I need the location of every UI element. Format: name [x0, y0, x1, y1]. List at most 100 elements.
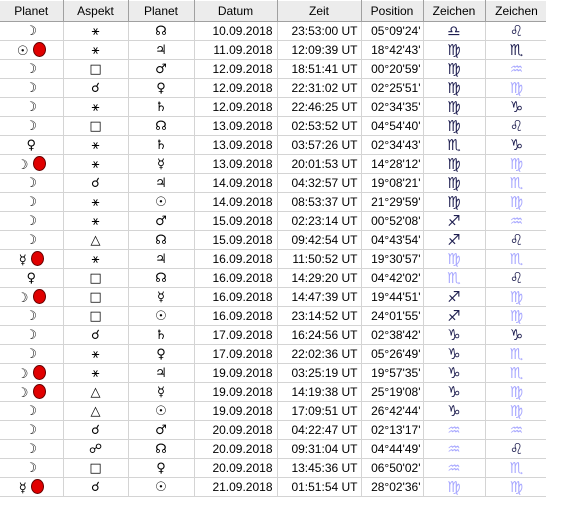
planet-2-symbol-icon: ♀ — [128, 458, 195, 478]
date-cell: 15.09.2018 — [194, 211, 278, 231]
time-cell: 13:45:36 UT — [277, 458, 362, 478]
time-value: 22:02:36 UT — [291, 347, 358, 361]
planet-2-symbol-icon: ☊ — [128, 21, 195, 41]
planet-cell: ☽ — [0, 211, 64, 231]
aspect-symbol-icon: □ — [63, 59, 129, 79]
table-row[interactable]: ☽ ⚹ ♄ 12.09.2018 22:46:25 UT 02°34'35' ♍ ♑ — [0, 97, 546, 117]
retro-dot-icon — [30, 250, 44, 266]
table-row[interactable]: ☽ ⚹ ☿ 13.09.2018 20:01:53 UT 14°28'12' ♍ ♍ — [0, 154, 546, 174]
time-cell: 04:32:57 UT — [277, 173, 362, 193]
table-row[interactable]: ☽ ☌ ♂ 20.09.2018 04:22:47 UT 02°13'17' ♒ ♒ — [0, 420, 546, 440]
time-value: 04:32:57 UT — [291, 176, 358, 190]
table-row[interactable]: ♀ □ ☊ 16.09.2018 14:29:20 UT 04°42'02' ♏ ♌ — [0, 268, 546, 288]
zodiac-sign-2-icon: ♍ — [485, 306, 546, 326]
table-row[interactable]: ☽ ⚹ ♃ 19.09.2018 03:25:19 UT 19°57'35' ♑ ♏ — [0, 363, 546, 383]
planet-symbol-icon: ☽ — [25, 194, 38, 210]
column-header-aspekt[interactable]: Aspekt — [63, 0, 129, 22]
table-row[interactable]: ☽ □ ☊ 13.09.2018 02:53:52 UT 04°54'40' ♍ ♌ — [0, 116, 546, 136]
time-value: 03:25:19 UT — [291, 366, 358, 380]
column-header-zeit[interactable]: Zeit — [277, 0, 362, 22]
table-row[interactable]: ☽ ☍ ☊ 20.09.2018 09:31:04 UT 04°44'49' ♒ ♌ — [0, 439, 546, 459]
table-row[interactable]: ☽ ⚹ ♀ 17.09.2018 22:02:36 UT 05°26'49' ♑ ♏ — [0, 344, 546, 364]
date-cell: 13.09.2018 — [194, 135, 278, 155]
date-cell: 14.09.2018 — [194, 192, 278, 212]
position-cell: 21°29'59' — [361, 192, 424, 212]
planet-symbol-icon: ☽ — [25, 422, 38, 438]
planet-2-symbol-icon: ☉ — [128, 192, 195, 212]
column-header-zeichen[interactable]: Zeichen — [423, 0, 486, 22]
zodiac-sign-2-icon: ♍ — [485, 287, 546, 307]
time-cell: 23:53:00 UT — [277, 21, 362, 41]
aspect-symbol-icon: △ — [63, 401, 129, 421]
zodiac-sign-icon: ♍ — [423, 97, 486, 117]
table-row[interactable]: ☽ ☌ ♀ 12.09.2018 22:31:02 UT 02°25'51' ♍ ♍ — [0, 78, 546, 98]
date-cell: 14.09.2018 — [194, 173, 278, 193]
zodiac-sign-2-icon: ♌ — [485, 268, 546, 288]
zodiac-sign-icon: ♑ — [423, 325, 486, 345]
table-row[interactable]: ☉ ⚹ ♃ 11.09.2018 12:09:39 UT 18°42'43' ♍ ♏ — [0, 40, 546, 60]
column-header-position[interactable]: Position — [361, 0, 424, 22]
planet-2-symbol-icon: ☉ — [128, 401, 195, 421]
zodiac-sign-icon: ♏ — [423, 135, 486, 155]
table-row[interactable]: ☽ ⚹ ♂ 15.09.2018 02:23:14 UT 00°52'08' ♐ ♒ — [0, 211, 546, 231]
table-row[interactable]: ♀ ⚹ ♄ 13.09.2018 03:57:26 UT 02°34'43' ♏ ♑ — [0, 135, 546, 155]
time-cell: 08:53:37 UT — [277, 192, 362, 212]
date-cell: 17.09.2018 — [194, 325, 278, 345]
table-row[interactable]: ☽ □ ☉ 16.09.2018 23:14:52 UT 24°01'55' ♐ ♍ — [0, 306, 546, 326]
planet-symbol-icon: ☽ — [25, 308, 38, 324]
position-cell: 02°38'42' — [361, 325, 424, 345]
column-header-planet-2[interactable]: Planet — [128, 0, 195, 22]
column-header-zeichen-2[interactable]: Zeichen — [485, 0, 546, 22]
table-row[interactable]: ☽ ⚹ ☊ 10.09.2018 23:53:00 UT 05°09'24' ♎ ♌ — [0, 21, 546, 41]
table-row[interactable]: ☽ ☌ ♃ 14.09.2018 04:32:57 UT 19°08'21' ♍ ♏ — [0, 173, 546, 193]
table-row[interactable]: ☽ ☌ ♄ 17.09.2018 16:24:56 UT 02°38'42' ♑ ♑ — [0, 325, 546, 345]
planet-2-symbol-icon: ♂ — [128, 420, 195, 440]
time-cell: 20:01:53 UT — [277, 154, 362, 174]
time-value: 08:53:37 UT — [291, 195, 358, 209]
table-row[interactable]: ☽ ⚹ ☉ 14.09.2018 08:53:37 UT 21°29'59' ♍ ♍ — [0, 192, 546, 212]
retro-dot-icon — [32, 155, 46, 171]
position-value: 02°25'51' — [371, 81, 421, 95]
table-row[interactable]: ☽ △ ☿ 19.09.2018 14:19:38 UT 25°19'08' ♑ ♍ — [0, 382, 546, 402]
table-row[interactable]: ☿ ☌ ☉ 21.09.2018 01:51:54 UT 28°02'36' ♍ ♍ — [0, 477, 546, 497]
time-value: 22:31:02 UT — [291, 81, 358, 95]
table-row[interactable]: ☽ □ ♂ 12.09.2018 18:51:41 UT 00°20'59' ♍ ♒ — [0, 59, 546, 79]
zodiac-sign-icon: ♒ — [423, 439, 486, 459]
position-value: 02°13'17' — [371, 423, 421, 437]
table-row[interactable]: ☽ □ ☿ 16.09.2018 14:47:39 UT 19°44'51' ♐ ♍ — [0, 287, 546, 307]
time-cell: 01:51:54 UT — [277, 477, 362, 497]
planet-2-symbol-icon: ☊ — [128, 439, 195, 459]
date-cell: 13.09.2018 — [194, 116, 278, 136]
date-cell: 16.09.2018 — [194, 287, 278, 307]
date-cell: 21.09.2018 — [194, 477, 278, 497]
column-header-datum[interactable]: Datum — [194, 0, 278, 22]
zodiac-sign-2-icon: ♍ — [485, 477, 546, 497]
position-cell: 04°43'54' — [361, 230, 424, 250]
aspect-symbol-icon: ☍ — [63, 439, 129, 459]
position-cell: 04°54'40' — [361, 116, 424, 136]
position-value: 00°20'59' — [371, 62, 421, 76]
planet-cell: ☽ — [0, 287, 64, 307]
column-header-planet[interactable]: Planet — [0, 0, 64, 22]
planet-2-symbol-icon: ☊ — [128, 230, 195, 250]
position-cell: 28°02'36' — [361, 477, 424, 497]
zodiac-sign-icon: ♍ — [423, 40, 486, 60]
zodiac-sign-icon: ♐ — [423, 230, 486, 250]
aspect-table-view[interactable]: Planet Aspekt Planet Datum Zeit Position… — [0, 0, 546, 532]
aspect-symbol-icon: ⚹ — [63, 363, 129, 383]
table-row[interactable]: ☽ □ ♀ 20.09.2018 13:45:36 UT 06°50'02' ♒ ♏ — [0, 458, 546, 478]
table-row[interactable]: ☽ △ ☊ 15.09.2018 09:42:54 UT 04°43'54' ♐ ♌ — [0, 230, 546, 250]
aspect-table: Planet Aspekt Planet Datum Zeit Position… — [0, 0, 546, 497]
table-row[interactable]: ☽ △ ☉ 19.09.2018 17:09:51 UT 26°42'44' ♑ ♍ — [0, 401, 546, 421]
aspect-symbol-icon: ⚹ — [63, 97, 129, 117]
time-value: 23:53:00 UT — [291, 24, 358, 38]
position-value: 24°01'55' — [371, 309, 421, 323]
position-cell: 00°20'59' — [361, 59, 424, 79]
position-cell: 14°28'12' — [361, 154, 424, 174]
planet-symbol-icon: ☽ — [25, 460, 38, 476]
time-cell: 16:24:56 UT — [277, 325, 362, 345]
zodiac-sign-icon: ♑ — [423, 363, 486, 383]
table-row[interactable]: ☿ ⚹ ♃ 16.09.2018 11:50:52 UT 19°30'57' ♍ ♏ — [0, 249, 546, 269]
planet-cell: ☽ — [0, 78, 64, 98]
date-cell: 20.09.2018 — [194, 420, 278, 440]
